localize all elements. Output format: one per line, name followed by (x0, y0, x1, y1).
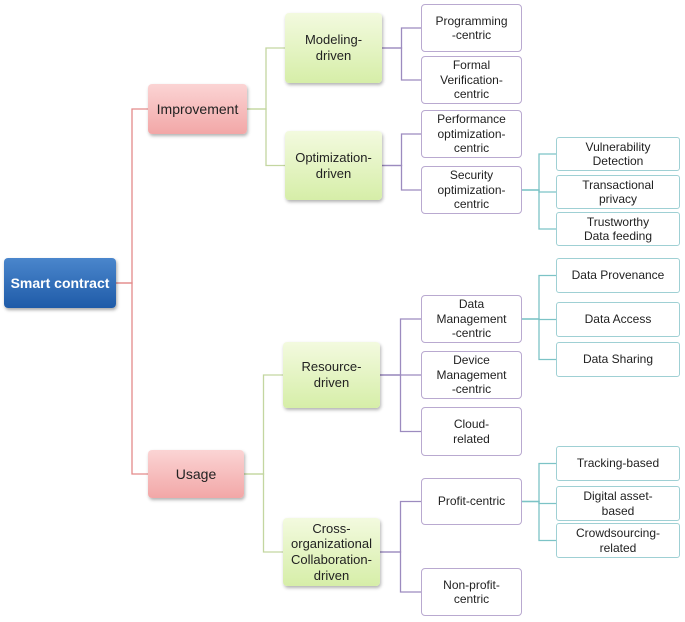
connector-mod-form (382, 47, 421, 81)
node-digital: Digital asset- based (556, 486, 680, 521)
node-form: Formal Verification- centric (421, 56, 522, 104)
node-cro: Cross- organizational Collaboration- dri… (283, 518, 380, 586)
node-mod: Modeling- driven (285, 13, 382, 83)
node-cloud: Cloud- related (421, 407, 522, 456)
node-profit: Profit-centric (421, 478, 522, 525)
connector-root-imp (116, 108, 148, 284)
smart-contract-taxonomy-diagram: Smart contract Improvement Usage Modeling- … (0, 0, 685, 622)
node-trans: Transactional privacy (556, 175, 680, 209)
node-nonprofit: Non-profit- centric (421, 568, 522, 616)
node-crowd: Crowdsourcing- related (556, 523, 680, 558)
node-dev: Device Management -centric (421, 351, 522, 399)
connector-res-cloud (380, 374, 421, 433)
connector-dm-share (522, 318, 556, 361)
connector-dm-prov (522, 274, 556, 320)
connector-imp-mod (247, 47, 285, 110)
connector-opt-sec (382, 164, 421, 191)
connector-use-cro (244, 473, 283, 553)
connector-imp-opt (247, 108, 285, 167)
connector-root-use (116, 282, 148, 475)
connector-cro-nonprofit (380, 551, 421, 593)
node-opt: Optimization- driven (285, 131, 382, 200)
node-root: Smart contract (4, 258, 116, 308)
connector-profit-track (522, 462, 556, 503)
connector-opt-perf (382, 133, 421, 167)
connector-use-res (244, 374, 283, 475)
connector-sec-trust (522, 189, 556, 230)
node-prog: Programming -centric (421, 4, 522, 52)
connector-mod-prog (382, 27, 421, 49)
node-access: Data Access (556, 302, 680, 337)
node-share: Data Sharing (556, 342, 680, 377)
node-dm: Data Management -centric (421, 295, 522, 343)
connector-sec-vuln (522, 153, 556, 191)
node-vuln: Vulnerability Detection (556, 137, 680, 171)
node-trust: Trustworthy Data feeding (556, 212, 680, 246)
node-track: Tracking-based (556, 446, 680, 481)
connector-profit-crowd (522, 500, 556, 542)
connector-cro-profit (380, 500, 421, 553)
node-perf: Performance optimization- centric (421, 110, 522, 158)
node-use: Usage (148, 450, 244, 498)
node-prov: Data Provenance (556, 258, 680, 293)
node-res: Resource- driven (283, 342, 380, 408)
node-imp: Improvement (148, 84, 247, 134)
node-sec: Security optimization- centric (421, 166, 522, 214)
connector-res-dm (380, 318, 421, 376)
